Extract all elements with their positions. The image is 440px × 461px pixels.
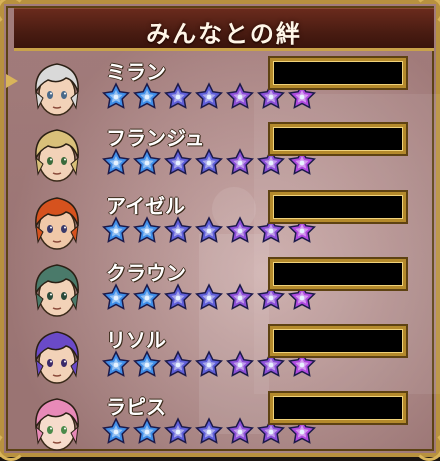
bond-meter [270,259,406,289]
character-name: クラウン [106,261,186,285]
character-portrait [35,63,79,116]
star-icon [102,148,130,176]
star-icon [102,283,130,311]
star-icon [133,216,161,244]
star-icon [164,417,192,445]
star-icon [102,82,130,110]
character-portrait [35,331,79,384]
character-name: フランジュ [106,126,205,150]
bond-meter [270,58,406,88]
star-icon [226,417,254,445]
star-icon [195,216,223,244]
star-icon [195,148,223,176]
title-bar: みんなとの絆 [14,8,434,51]
star-icon [102,417,130,445]
star-icon [226,148,254,176]
star-icon [195,350,223,378]
star-icon [133,148,161,176]
character-portrait [35,264,79,317]
star-icon [133,417,161,445]
character-name: ミラン [106,60,166,84]
bond-meter [270,326,406,356]
character-row[interactable]: クラウン [22,257,422,323]
character-portrait [35,129,79,182]
star-icon [164,350,192,378]
star-icon [133,350,161,378]
star-icon [164,216,192,244]
bond-panel: みんなとの絆 ミラン フランジュ アイゼル クラウン リソル ラピス [0,0,440,461]
character-row[interactable]: フランジュ [22,122,422,188]
star-icon [133,82,161,110]
character-row[interactable]: ミラン [22,56,422,122]
star-icon [164,283,192,311]
bond-meter [270,192,406,222]
star-icon [226,82,254,110]
character-name: ラピス [106,395,166,419]
bond-meter [270,393,406,423]
character-portrait [35,398,79,451]
star-icon [102,216,130,244]
star-icon [226,216,254,244]
star-icon [164,82,192,110]
panel-title: みんなとの絆 [146,20,302,48]
bond-meter [270,124,406,154]
triangle-pointer-icon [6,74,18,88]
star-icon [133,283,161,311]
star-icon [226,350,254,378]
star-icon [102,350,130,378]
star-icon [195,417,223,445]
character-row[interactable]: リソル [22,324,422,390]
star-icon [164,148,192,176]
star-icon [195,283,223,311]
star-icon [195,82,223,110]
character-name: リソル [106,328,166,352]
character-name: アイゼル [106,194,185,218]
star-icon [226,283,254,311]
character-portrait [35,197,79,250]
character-row[interactable]: アイゼル [22,190,422,256]
character-row[interactable]: ラピス [22,391,422,457]
